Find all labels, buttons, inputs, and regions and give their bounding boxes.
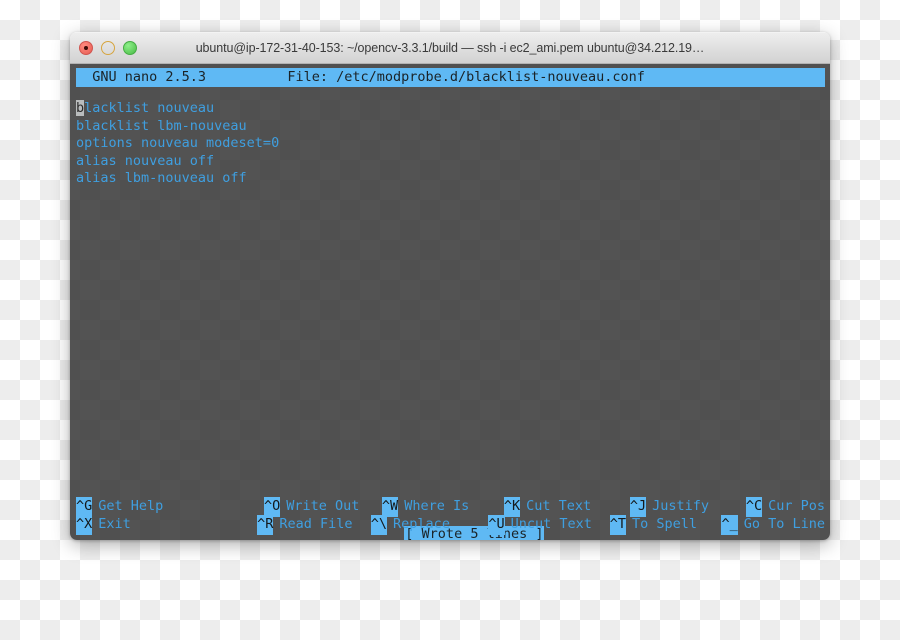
shortcut-go-to-line-key: ^_ — [721, 515, 738, 535]
shortcut-go-to-line-label: Go To Line — [743, 516, 825, 533]
shortcut-replace-label: Replace — [393, 516, 450, 533]
shortcut-where-is-label: Where Is — [404, 498, 470, 515]
shortcut-uncut-text-key: ^U — [488, 515, 505, 535]
shortcut-write-out-key: ^O — [263, 497, 281, 517]
shortcut-cur-pos[interactable]: ^C Cur Pos — [745, 497, 825, 517]
maximize-button[interactable] — [123, 41, 137, 55]
shortcut-justify[interactable]: ^J Justify — [629, 497, 746, 517]
shortcut-uncut-text[interactable]: ^U Uncut Text — [488, 515, 609, 535]
shortcut-replace[interactable]: ^\ Replace — [370, 515, 489, 535]
shortcut-justify-key: ^J — [629, 497, 647, 517]
shortcut-read-file-label: Read File — [279, 516, 353, 533]
shortcut-cut-text[interactable]: ^K Cut Text — [503, 497, 630, 517]
shortcut-get-help[interactable]: ^G Get Help — [76, 497, 264, 517]
shortcut-to-spell[interactable]: ^T To Spell — [609, 515, 722, 535]
shortcut-justify-label: Justify — [652, 498, 710, 515]
shortcut-read-file-key: ^R — [257, 515, 274, 535]
close-button[interactable] — [79, 41, 93, 55]
editor-line-2: blacklist lbm-nouveau — [76, 117, 247, 134]
shortcut-read-file[interactable]: ^R Read File — [257, 515, 371, 535]
shortcut-cut-text-key: ^K — [503, 497, 521, 517]
editor-line-5: alias lbm-nouveau off — [76, 170, 247, 186]
shortcut-uncut-text-label: Uncut Text — [510, 516, 592, 533]
terminal-content[interactable]: GNU nano 2.5.3 File: /etc/modprobe.d/bla… — [70, 64, 830, 540]
shortcut-go-to-line[interactable]: ^_ Go To Line — [721, 515, 825, 535]
window-titlebar[interactable]: ubuntu@ip-172-31-40-153: ~/opencv-3.3.1/… — [70, 32, 830, 64]
editor-area[interactable]: blacklist nouveau blacklist lbm-nouveau … — [76, 100, 825, 188]
shortcut-to-spell-label: To Spell — [631, 516, 697, 533]
editor-line-3: options nouveau modeset=0 — [76, 135, 280, 151]
text-cursor: b — [76, 100, 85, 116]
window-title: ubuntu@ip-172-31-40-153: ~/opencv-3.3.1/… — [195, 41, 705, 55]
shortcut-where-is-key: ^W — [381, 497, 399, 517]
editor-line-1-text: lacklist nouveau — [84, 100, 215, 116]
shortcut-replace-key: ^\ — [370, 515, 388, 535]
shortcut-row-1: ^G Get Help ^O Write Out ^W Where Is ^K Cut … — [76, 497, 825, 517]
terminal-window[interactable]: ubuntu@ip-172-31-40-153: ~/opencv-3.3.1/… — [70, 32, 830, 540]
shortcut-exit-label: Exit — [98, 516, 131, 533]
shortcut-get-help-key: ^G — [76, 497, 93, 517]
editor-line-4: alias nouveau off — [76, 152, 215, 169]
shortcut-write-out[interactable]: ^O Write Out — [263, 497, 382, 517]
shortcut-to-spell-key: ^T — [609, 515, 626, 535]
shortcut-where-is[interactable]: ^W Where Is — [381, 497, 504, 517]
shortcut-cur-pos-key: ^C — [745, 497, 763, 517]
shortcut-cut-text-label: Cut Text — [526, 498, 592, 515]
shortcut-write-out-label: Write Out — [286, 498, 360, 515]
shortcut-bar: ^G Get Help ^O Write Out ^W Where Is ^K Cut … — [76, 497, 825, 535]
shortcut-exit[interactable]: ^X Exit — [76, 515, 257, 535]
shortcut-cur-pos-label: Cur Pos — [768, 498, 825, 515]
shortcut-get-help-label: Get Help — [98, 498, 164, 515]
editor-line-1: blacklist nouveau — [76, 100, 825, 118]
shortcut-row-2: ^X Exit ^R Read File ^\ Replace ^U Uncut Tex… — [76, 515, 825, 535]
traffic-lights — [79, 33, 137, 63]
shortcut-exit-key: ^X — [76, 515, 93, 535]
nano-header-bar: GNU nano 2.5.3 File: /etc/modprobe.d/bla… — [76, 68, 825, 87]
minimize-button[interactable] — [101, 41, 115, 55]
